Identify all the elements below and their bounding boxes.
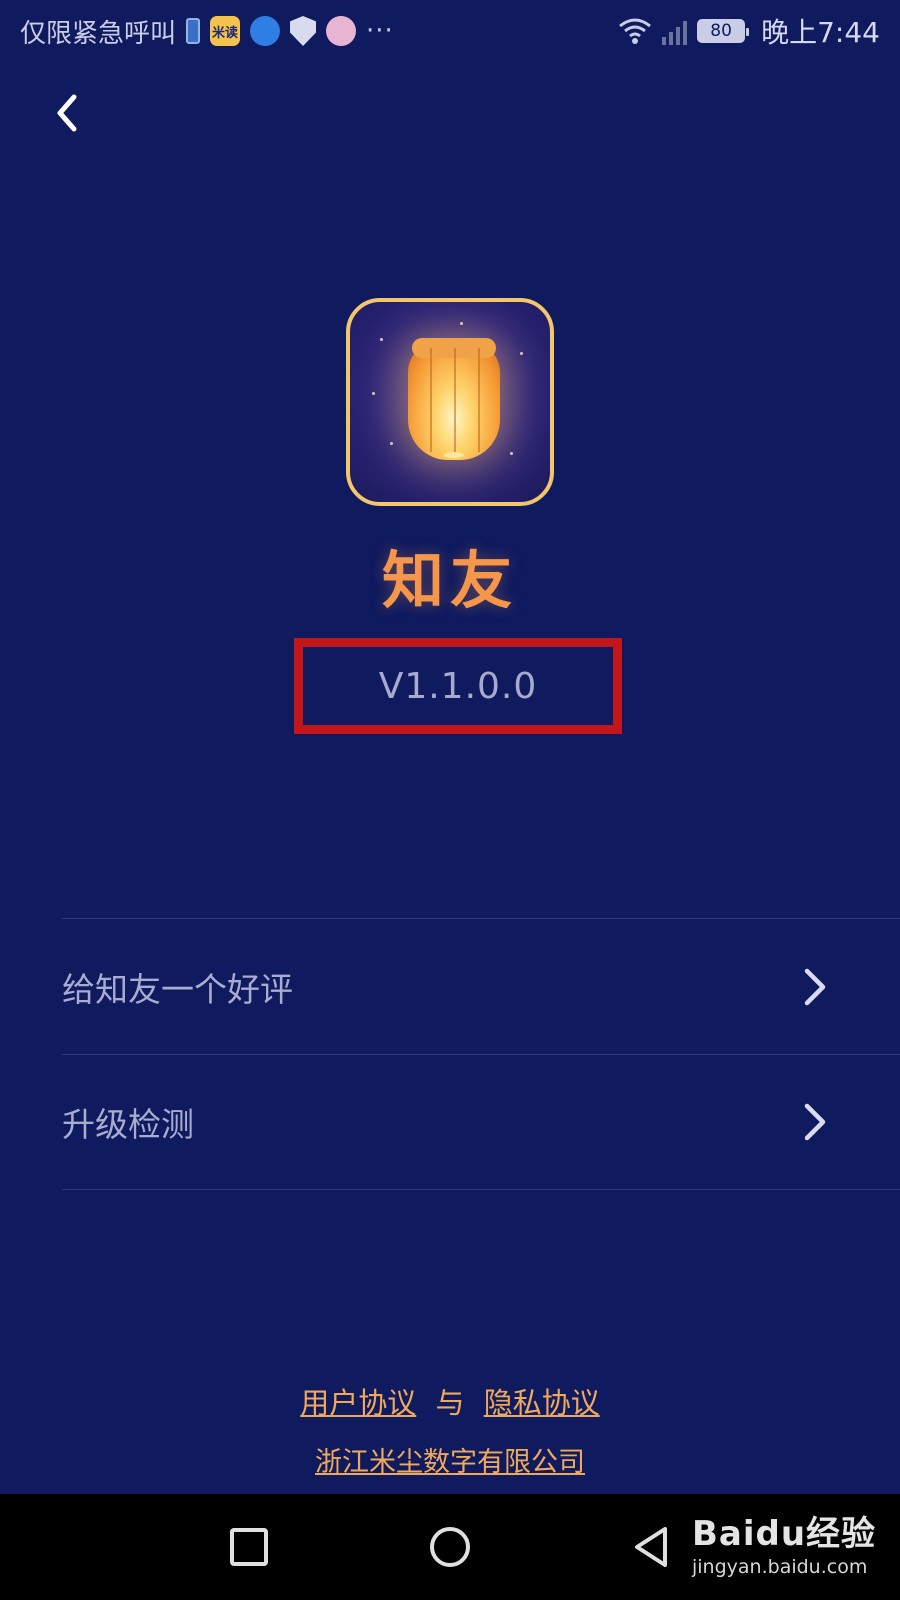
home-button[interactable]: [423, 1520, 477, 1574]
back-triangle-icon: [635, 1527, 667, 1567]
status-time: 晚上7:44: [761, 16, 880, 49]
status-bar-right: 80 晚上7:44: [618, 11, 880, 51]
recent-apps-button[interactable]: [222, 1520, 276, 1574]
footer-separator: 与: [435, 1386, 465, 1420]
footer-agreements: 用户协议 与 隐私协议: [0, 1380, 900, 1422]
settings-menu: 给知友一个好评 升级检测: [62, 918, 900, 1190]
version-highlight-box: V1.1.0.0: [294, 638, 622, 734]
pink-app-icon: [326, 16, 357, 46]
recent-apps-icon: [230, 1528, 268, 1566]
status-bar-left: 仅限紧急呼叫 米读 ···: [20, 13, 394, 50]
app-name: 知友: [381, 544, 518, 617]
nav-back-button[interactable]: [624, 1520, 678, 1574]
wifi-icon: [619, 18, 652, 44]
status-bar: 仅限紧急呼叫 米读 ··· 80 晚上7:44: [0, 0, 900, 62]
chevron-right-icon: [800, 967, 830, 1007]
back-button[interactable]: [42, 88, 92, 138]
about-screen: 仅限紧急呼叫 米读 ··· 80 晚上7:44 知友 V1.1.0.0 给知友一…: [0, 0, 900, 1600]
version-text: V1.1.0.0: [378, 665, 538, 707]
menu-item-label: 升级检测: [62, 1105, 194, 1144]
security-shield-icon: [290, 16, 317, 46]
watermark-url: jingyan.baidu.com: [692, 1556, 868, 1578]
watermark-brand: Baidu经验: [692, 1514, 877, 1554]
battery-saver-icon: [186, 18, 201, 44]
carrier-text: 仅限紧急呼叫: [20, 18, 177, 49]
user-agreement-link[interactable]: 用户协议: [300, 1386, 416, 1420]
menu-item-label: 给知友一个好评: [62, 969, 293, 1009]
baidu-jingyan-watermark: Baidu经验 jingyan.baidu.com: [688, 1506, 888, 1590]
sky-lantern-app-icon: [346, 298, 554, 506]
menu-item-check-update[interactable]: 升级检测: [62, 1054, 900, 1190]
privacy-agreement-link[interactable]: 隐私协议: [484, 1386, 600, 1420]
more-notifications-icon: ···: [366, 16, 394, 46]
signal-strength-icon: [662, 17, 688, 45]
browser-globe-icon: [250, 16, 281, 46]
home-icon: [430, 1527, 470, 1567]
company-link[interactable]: 浙江米尘数字有限公司: [0, 1440, 900, 1479]
mi-app-icon: 米读: [210, 16, 241, 46]
chevron-left-icon: [57, 94, 77, 132]
chevron-right-icon: [800, 1102, 830, 1142]
menu-item-rate-app[interactable]: 给知友一个好评: [62, 918, 900, 1054]
battery-icon: 80: [697, 19, 750, 43]
